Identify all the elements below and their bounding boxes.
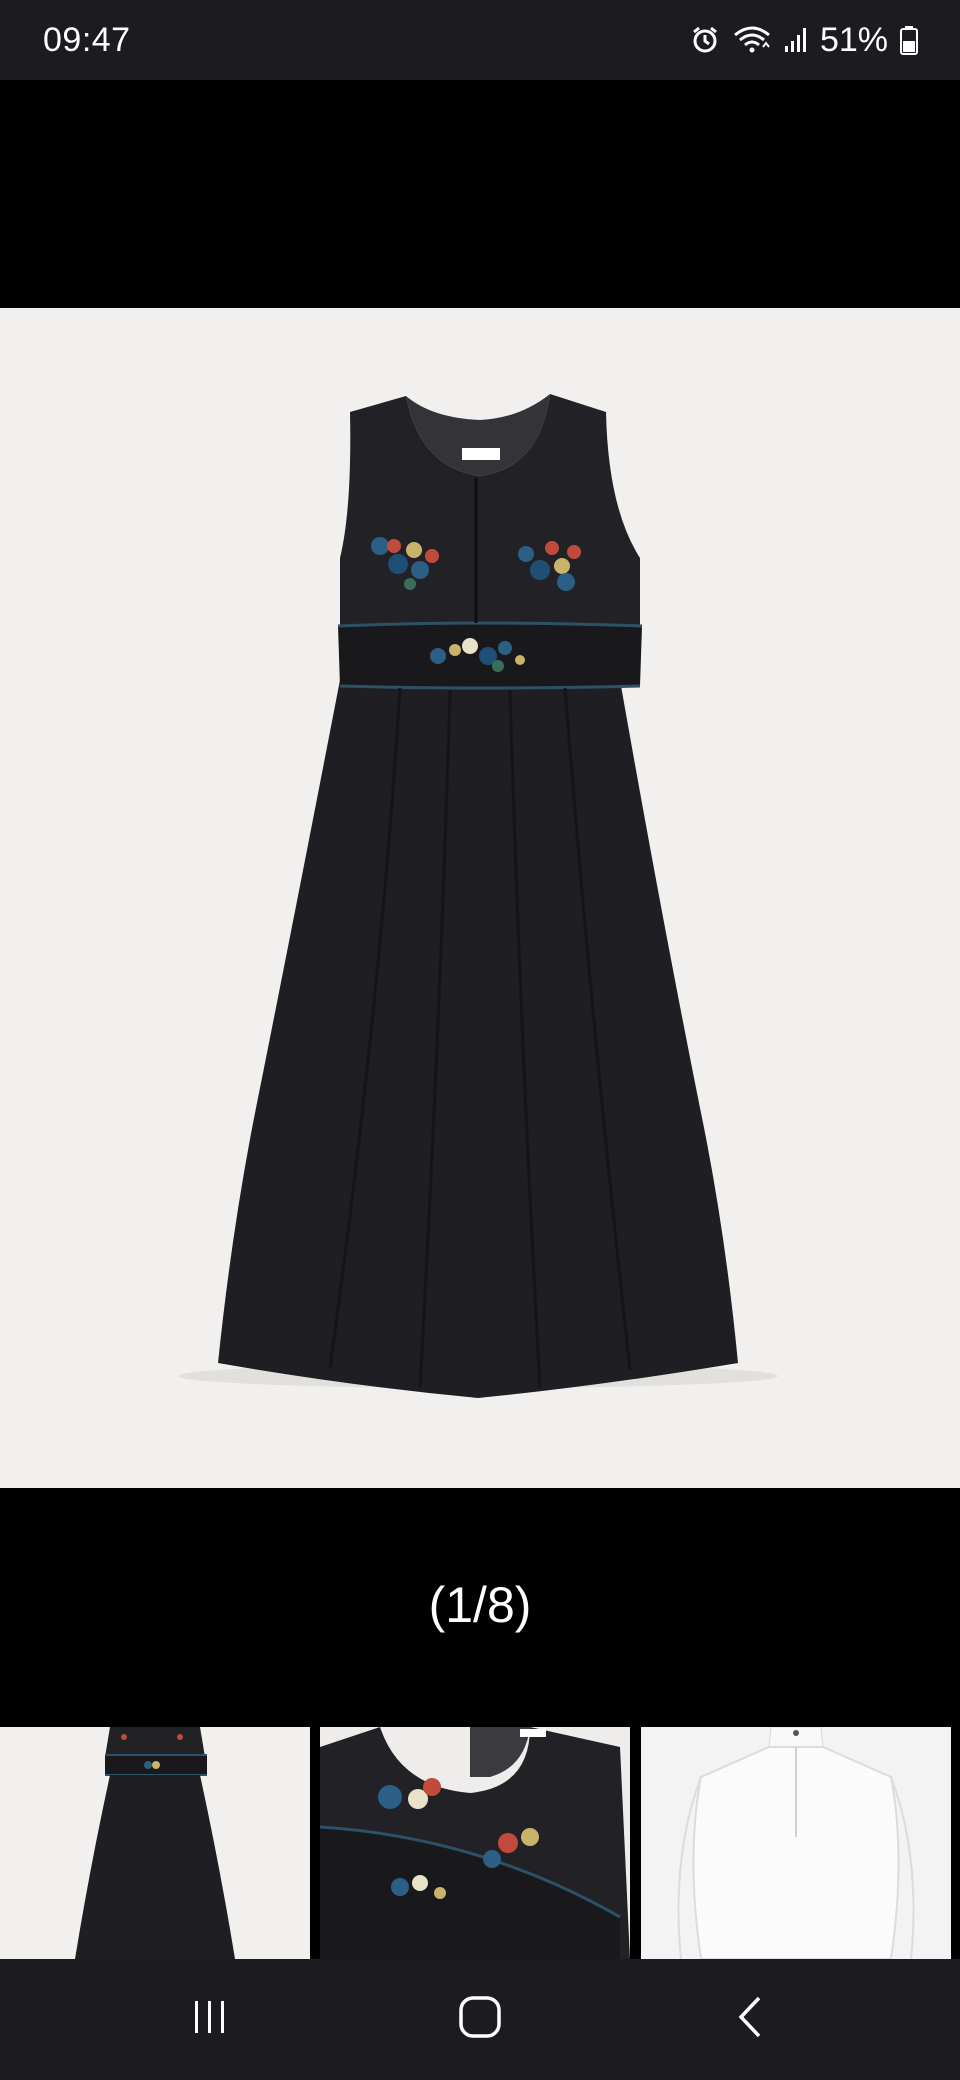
navigation-bar [0, 1959, 960, 2080]
image-counter: (1/8) [428, 1577, 532, 1633]
thumbnail-embroidery-closeup[interactable] [320, 1727, 630, 1959]
wifi-icon [732, 25, 772, 55]
recent-apps-button[interactable] [110, 1959, 310, 2080]
thumbnail-strip [0, 1727, 960, 1959]
main-product-image[interactable] [0, 308, 960, 1488]
thumbnail-dress-full[interactable] [0, 1727, 310, 1959]
image-viewer-background [0, 80, 960, 308]
status-icons: 51% [690, 21, 918, 60]
battery-percent: 51% [819, 20, 888, 59]
dress-illustration [178, 394, 778, 1398]
status-time: 09:47 [43, 20, 131, 59]
status-bar: 09:47 51% [0, 0, 960, 80]
alarm-icon [690, 25, 720, 55]
home-button[interactable] [380, 1959, 580, 2080]
battery-icon [900, 25, 918, 55]
home-icon [458, 1995, 502, 2044]
recent-apps-icon [190, 1997, 230, 2042]
back-button[interactable] [650, 1959, 850, 2080]
back-icon [735, 1995, 765, 2044]
thumbnail-white-shirt[interactable] [641, 1727, 951, 1959]
signal-icon [784, 26, 808, 54]
